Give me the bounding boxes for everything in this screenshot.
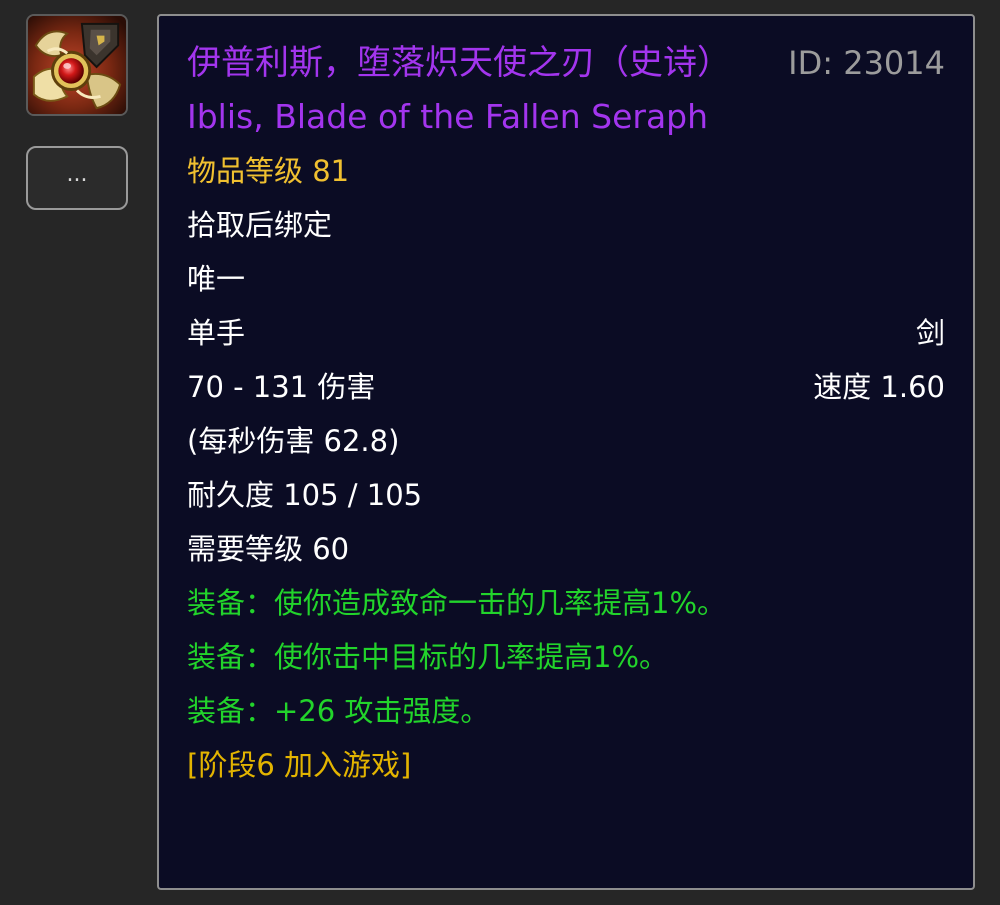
durability-text: 耐久度 105 / 105: [187, 478, 423, 512]
binding-text: 拾取后绑定: [187, 208, 333, 242]
damage-text: 70 - 131 伤害: [187, 370, 376, 404]
damage-row: 70 - 131 伤害 速度 1.60: [187, 360, 945, 414]
slot-row: 单手 剑: [187, 306, 945, 360]
title-row: 伊普利斯，堕落炽天使之刃（史诗） ID: 23014: [187, 36, 945, 90]
sword-icon: [28, 16, 126, 114]
item-icon[interactable]: [26, 14, 128, 116]
item-level: 物品等级 81: [187, 154, 350, 188]
equip-effect: 装备：使你击中目标的几率提高1%。: [187, 640, 669, 674]
required-level-text: 需要等级 60: [187, 532, 350, 566]
item-name-en: Iblis, Blade of the Fallen Seraph: [187, 97, 709, 136]
equip-effect: 装备：使你造成致命一击的几率提高1%。: [187, 586, 727, 620]
weapon-type-text: 剑: [915, 316, 945, 350]
unique-text: 唯一: [187, 262, 246, 296]
dps-text: (每秒伤害 62.8): [187, 424, 400, 458]
slot-text: 单手: [187, 316, 246, 350]
more-button[interactable]: ...: [26, 146, 128, 210]
item-tooltip: 伊普利斯，堕落炽天使之刃（史诗） ID: 23014 Iblis, Blade …: [157, 14, 975, 890]
phase-text: [阶段6 加入游戏]: [187, 748, 412, 782]
speed-text: 速度 1.60: [813, 370, 945, 404]
item-id: ID: 23014: [788, 44, 945, 82]
equip-effect: 装备：+26 攻击强度。: [187, 694, 490, 728]
item-name-cn: 伊普利斯，堕落炽天使之刃（史诗）: [187, 43, 731, 83]
